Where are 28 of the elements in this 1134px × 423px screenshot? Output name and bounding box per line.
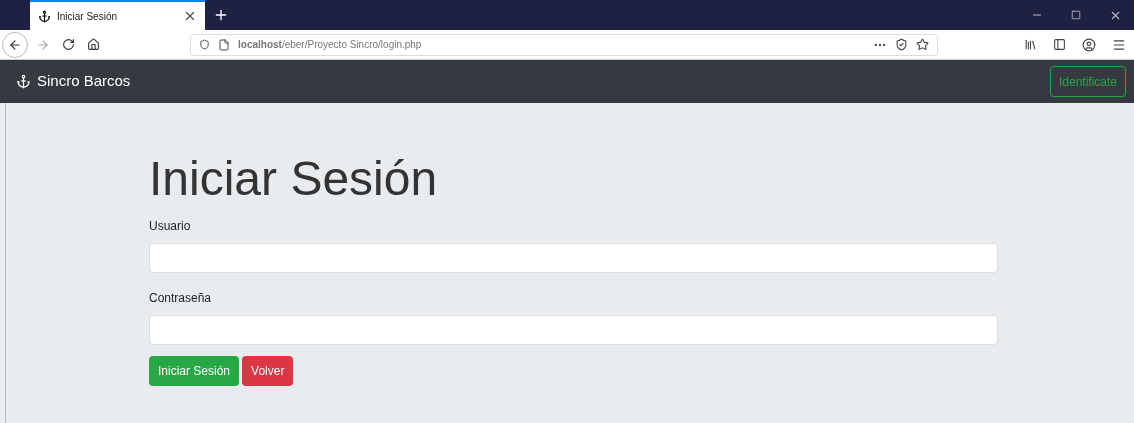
tab-title: Iniciar Sesión — [57, 9, 119, 24]
input-field[interactable] — [149, 315, 998, 345]
page-heading: Iniciar Sesión — [149, 155, 439, 203]
shield-icon — [199, 39, 210, 50]
field-label: Usuario — [149, 218, 192, 235]
new-tab-icon[interactable] — [213, 7, 229, 23]
anchor-icon — [16, 74, 31, 89]
brand-link[interactable]: Sincro Barcos — [37, 70, 131, 93]
login-button[interactable]: Iniciar Sesión — [149, 356, 240, 386]
close-tab-icon[interactable] — [183, 9, 197, 23]
page-icon — [218, 38, 230, 51]
url-text: localhost/eber/Proyecto Sincro/login.php — [238, 38, 422, 52]
library-icon[interactable] — [1024, 38, 1037, 51]
input-field[interactable] — [149, 243, 998, 273]
star-icon[interactable] — [916, 38, 929, 51]
sidebar-icon[interactable] — [1053, 38, 1066, 51]
browser-tab[interactable]: Iniciar Sesión — [30, 0, 205, 30]
field-label: Contraseña — [149, 290, 213, 307]
menu-icon[interactable] — [1112, 37, 1126, 52]
account-icon[interactable] — [1082, 37, 1096, 52]
maximize-icon[interactable] — [1071, 10, 1081, 20]
anchor-icon — [38, 9, 51, 23]
back-arrow-icon — [8, 37, 22, 52]
back-button[interactable]: Volver — [242, 356, 294, 386]
address-bar[interactable]: localhost/eber/Proyecto Sincro/login.php — [190, 33, 938, 56]
identify-button[interactable]: Identificate — [1049, 66, 1126, 97]
reload-icon[interactable] — [62, 38, 75, 51]
home-icon[interactable] — [87, 38, 100, 51]
